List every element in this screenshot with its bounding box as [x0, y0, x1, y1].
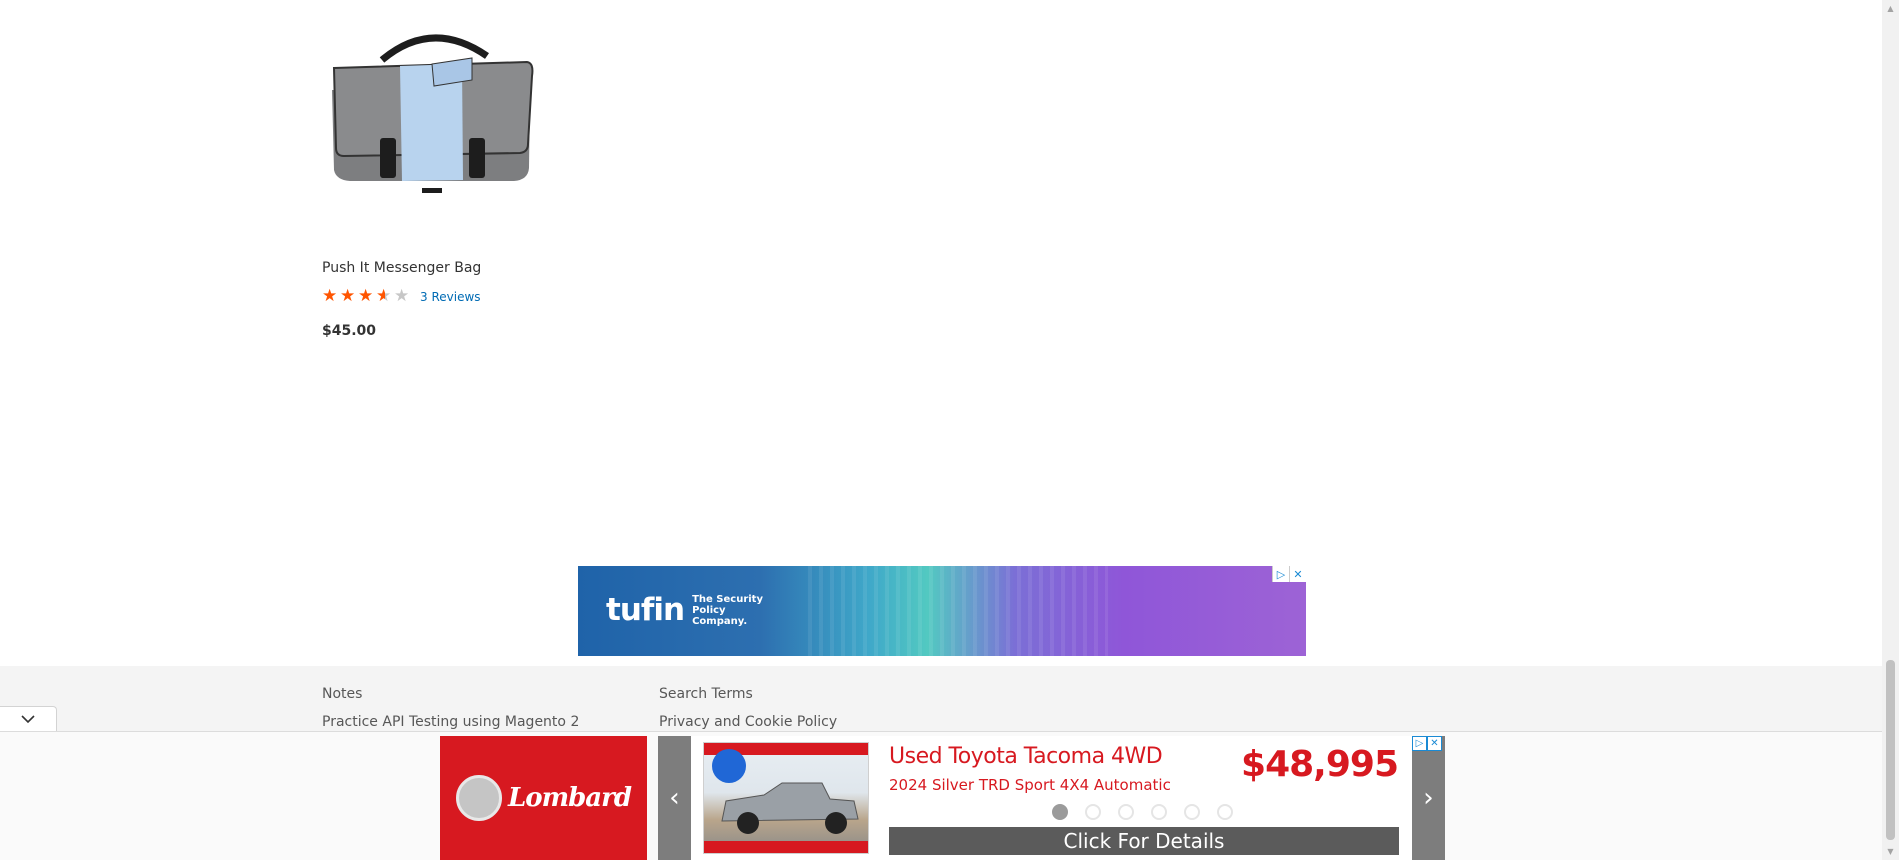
car-ad[interactable]: Used Toyota Tacoma 4WD 2024 Silver TRD S…: [691, 736, 1412, 860]
banner-ad[interactable]: tufin The Security Policy Company. ▷ ✕: [578, 566, 1306, 656]
carousel-dot[interactable]: [1184, 804, 1200, 820]
click-for-details-button[interactable]: Click For Details: [889, 827, 1399, 855]
footer-link-practice-api[interactable]: Practice API Testing using Magento 2: [322, 714, 579, 730]
footer-link-search-terms[interactable]: Search Terms: [659, 686, 753, 702]
product-price: $45.00: [322, 323, 377, 339]
reviews-link[interactable]: 3 Reviews: [420, 290, 481, 304]
ad-tagline: The Security Policy Company.: [692, 593, 763, 627]
chevron-down-icon: [21, 714, 35, 723]
page: Push It Messenger Bag ★ ★ ★ ★ ★ 3 Review…: [0, 0, 1899, 860]
dealer-seal-icon: [455, 775, 502, 821]
product-card: Push It Messenger Bag ★ ★ ★ ★ ★ 3 Review…: [322, 20, 542, 339]
ad-title: Used Toyota Tacoma 4WD: [889, 744, 1163, 769]
ad-brand-logo: tufin The Security Policy Company.: [606, 592, 782, 628]
carousel-dot[interactable]: [1085, 804, 1101, 820]
dealer-logo-text: Lombard: [507, 783, 632, 813]
star-half-icon: ★: [376, 288, 394, 305]
product-name-link[interactable]: Push It Messenger Bag: [322, 260, 481, 276]
scroll-down-icon[interactable]: ▼: [1882, 843, 1899, 860]
scroll-up-icon[interactable]: ▲: [1882, 0, 1899, 17]
footer-link-notes[interactable]: Notes: [322, 686, 362, 702]
ad-next-button[interactable]: ›: [1412, 736, 1445, 860]
ad-subtitle: 2024 Silver TRD Sport 4X4 Automatic: [889, 776, 1171, 794]
star-icon: ★: [340, 286, 356, 306]
close-icon[interactable]: ✕: [1289, 566, 1306, 582]
rating-stars: ★ ★ ★ ★ ★: [322, 288, 412, 305]
footer-link-privacy[interactable]: Privacy and Cookie Policy: [659, 714, 837, 730]
product-rating: ★ ★ ★ ★ ★ 3 Reviews: [322, 288, 481, 305]
page-scrollbar[interactable]: ▲ ▼: [1882, 0, 1899, 860]
truck-image: [721, 782, 859, 834]
chevron-right-icon: ›: [1423, 783, 1434, 813]
star-icon: ★: [358, 286, 374, 306]
adchoices-icon[interactable]: ▷: [1412, 736, 1427, 751]
photo-band: [704, 841, 868, 853]
carousel-dots: [1052, 804, 1233, 820]
car-photo[interactable]: [703, 742, 869, 854]
ad-brand-name: tufin: [606, 592, 685, 628]
adchoices-icon[interactable]: ▷: [1272, 566, 1289, 582]
car-ad-controls: ▷ ✕: [1412, 736, 1899, 751]
collapse-ad-button[interactable]: [0, 706, 57, 731]
ad-decoration: [808, 566, 1108, 656]
product-image[interactable]: [322, 20, 542, 220]
star-empty-icon: ★: [394, 286, 410, 306]
chevron-left-icon: ‹: [669, 783, 680, 813]
carousel-dot[interactable]: [1118, 804, 1134, 820]
close-icon[interactable]: ✕: [1427, 736, 1442, 751]
carousel-dot[interactable]: [1052, 804, 1068, 820]
ad-controls: ▷ ✕: [1272, 566, 1306, 582]
dealer-logo-panel[interactable]: Lombard: [440, 736, 647, 860]
carousel-dot[interactable]: [1151, 804, 1167, 820]
carousel-dot[interactable]: [1217, 804, 1233, 820]
scrollbar-thumb[interactable]: [1886, 660, 1895, 840]
ad-price: $48,995: [1241, 744, 1399, 785]
star-icon: ★: [322, 286, 338, 306]
ad-prev-button[interactable]: ‹: [658, 736, 691, 860]
